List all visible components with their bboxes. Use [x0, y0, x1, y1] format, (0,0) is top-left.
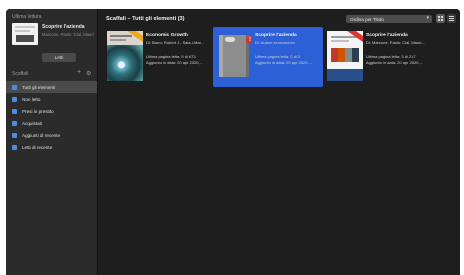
book-added-date: Aggiunto in data: 20 apr 2020,...	[146, 60, 203, 65]
book-card-selected[interactable]: ! Scoprire l'azienda Di: Autore sconosci…	[213, 27, 323, 87]
cloud-icon	[225, 37, 235, 42]
book-author: Di: Barro, Robert J., Sala-i-Mar...	[146, 40, 205, 45]
sidebar-item-label: Non letto	[22, 96, 41, 102]
books-icon	[12, 84, 17, 90]
recent-book-title: Scoprire l'azienda	[42, 24, 85, 30]
sidebar-item-recently-read[interactable]: Letti di recente	[6, 141, 97, 153]
sidebar-item-label: Aggiunti di recente	[22, 132, 61, 138]
app-window: Ultima lettura Scoprire l'azienda Marcon…	[6, 9, 460, 275]
grid-view-button[interactable]	[436, 14, 445, 23]
sidebar-item-label: Letti di recente	[22, 144, 53, 150]
list-icon	[449, 16, 454, 21]
sidebar-item-purchased[interactable]: Acquistati	[6, 117, 97, 129]
sidebar: Ultima lettura Scoprire l'azienda Marcon…	[6, 9, 98, 275]
books-icon	[12, 96, 17, 102]
book-title: Economic Growth	[146, 33, 188, 38]
sort-dropdown[interactable]: Ordina per Titolo ▾	[346, 15, 432, 23]
book-last-page: Ultima pagina letta: 5 di 673	[146, 54, 196, 59]
add-shelf-icon[interactable]: +	[77, 69, 81, 76]
sidebar-item-all[interactable]: Tutti gli elementi	[6, 81, 97, 93]
book-title: Scoprire l'azienda	[255, 33, 297, 38]
books-icon	[12, 132, 17, 138]
warning-badge-icon: !	[246, 36, 252, 44]
books-icon	[12, 108, 17, 114]
books-icon	[12, 120, 17, 126]
books-icon	[12, 144, 17, 150]
sidebar-item-label: Presi in prestito	[22, 108, 54, 114]
chevron-down-icon: ▾	[426, 15, 429, 21]
book-last-page: Ultima pagina letta: 0 di 0	[255, 54, 301, 59]
book-cover[interactable]: !	[216, 31, 252, 81]
book-author: Di: Autore sconosciuto	[255, 40, 295, 45]
recent-reading-header: Ultima lettura	[12, 14, 42, 20]
book-added-date: Aggiunto in data: 20 apr 2020,...	[255, 60, 312, 65]
sidebar-item-borrowed[interactable]: Presi in prestito	[6, 105, 97, 117]
book-cover[interactable]	[107, 31, 143, 81]
book-author: Di: Marcone, Paolo; Cial, Mauri...	[366, 40, 425, 45]
book-title: Scoprire l'azienda	[366, 33, 408, 38]
sidebar-item-unread[interactable]: Non letto	[6, 93, 97, 105]
book-cover[interactable]	[327, 31, 363, 81]
list-view-button[interactable]	[447, 14, 456, 23]
book-added-date: Aggiunto in data: 20 apr 2020,...	[366, 60, 423, 65]
shelves-header: Scaffali + ⚙	[6, 69, 97, 79]
recent-book-author: Marcone, Paolo; Cial, Mauri...	[42, 32, 94, 37]
grid-icon	[438, 16, 443, 21]
recent-book-cover[interactable]	[12, 23, 38, 45]
shelf-list: Tutti gli elementi Non letto Presi in pr…	[6, 81, 97, 153]
gear-icon[interactable]: ⚙	[86, 70, 91, 77]
page-title: Scaffali – Tutti gli elementi (3)	[106, 16, 185, 22]
shelves-label: Scaffali	[12, 71, 29, 77]
sidebar-item-label: Tutti gli elementi	[22, 84, 56, 90]
book-card[interactable]: Scoprire l'azienda Di: Marcone, Paolo; C…	[324, 27, 434, 87]
read-button[interactable]: Letti	[42, 53, 76, 62]
main-panel: Scaffali – Tutti gli elementi (3) Ordina…	[98, 9, 460, 275]
sidebar-item-label: Acquistati	[22, 120, 42, 126]
book-card[interactable]: Economic Growth Di: Barro, Robert J., Sa…	[104, 27, 214, 87]
sort-label: Ordina per Titolo	[350, 16, 384, 22]
sidebar-item-recently-added[interactable]: Aggiunti di recente	[6, 129, 97, 141]
book-last-page: Ultima pagina letta: 3 di 217	[366, 54, 416, 59]
